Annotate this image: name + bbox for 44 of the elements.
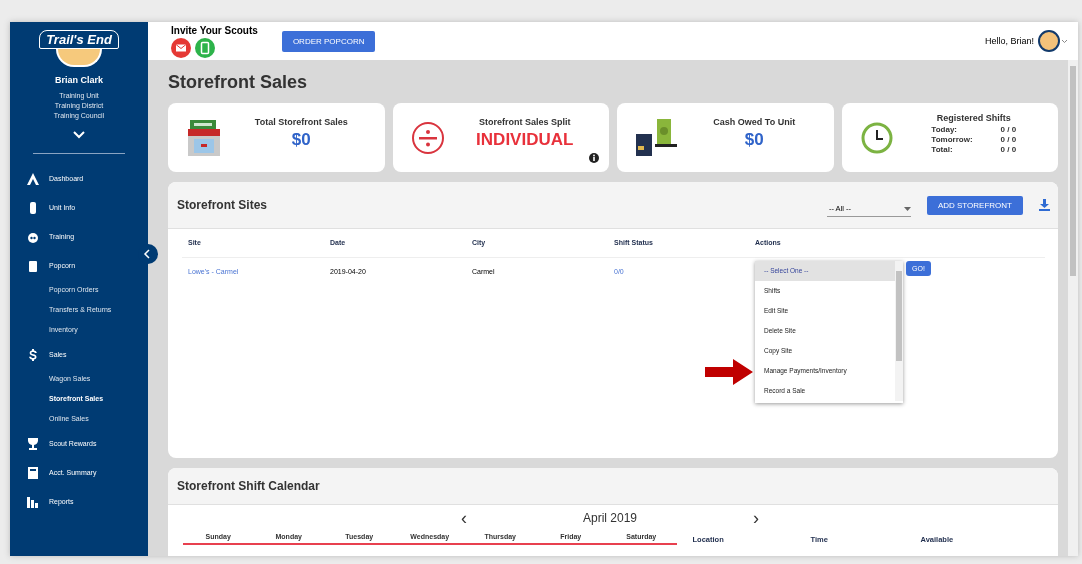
- shift-count: 0 / 0: [1000, 124, 1017, 135]
- invite-title: Invite Your Scouts: [171, 24, 258, 36]
- info-icon[interactable]: [589, 153, 599, 163]
- stat-value: $0: [291, 130, 311, 150]
- shift-count: 0 / 0: [1000, 144, 1017, 155]
- greeting: Hello, Brian!: [984, 36, 1034, 46]
- shift-label: Tomorrow:: [931, 134, 973, 145]
- previous-month-button[interactable]: ‹: [460, 509, 467, 527]
- shift-label: Today:: [931, 124, 958, 135]
- storefront-icon: [186, 118, 222, 157]
- clock-icon: [859, 120, 894, 155]
- user-name: Brian Clark: [54, 75, 104, 85]
- panel-title: Storefront Sites: [177, 198, 267, 212]
- scrollbar[interactable]: [895, 261, 903, 401]
- trophy-icon: [26, 436, 40, 451]
- divide-icon: [410, 120, 445, 155]
- caret-down-icon: [903, 206, 911, 211]
- shift-count: 0 / 0: [1000, 134, 1017, 145]
- download-icon[interactable]: [1039, 199, 1050, 211]
- calculator-icon: [26, 465, 40, 480]
- stat-value: INDIVIDUAL: [476, 130, 574, 150]
- phone-icon[interactable]: [195, 37, 215, 58]
- stat-title: Storefront Sales Split: [479, 117, 571, 127]
- arrow-icon: [705, 359, 753, 385]
- dollar-icon: [26, 347, 40, 362]
- tent-icon: [26, 171, 40, 186]
- panel-title: Storefront Shift Calendar: [177, 479, 320, 493]
- stat-title: Cash Owed To Unit: [713, 117, 796, 127]
- add-storefront-button[interactable]: ADD STOREFRONT: [926, 195, 1023, 215]
- bar-chart-icon: [26, 494, 40, 509]
- avatar-icon[interactable]: [1038, 30, 1068, 52]
- shift-label: Total:: [931, 144, 954, 155]
- email-icon[interactable]: [171, 37, 191, 58]
- stat-title: Total Storefront Sales: [254, 117, 348, 127]
- page-title: Storefront Sales: [168, 72, 309, 93]
- month-title: April 2019: [582, 511, 637, 525]
- stat-value: $0: [744, 130, 764, 150]
- bag-icon: [26, 258, 40, 273]
- scrollbar[interactable]: [1068, 60, 1078, 556]
- chevron-down-icon[interactable]: [73, 131, 85, 139]
- order-popcorn-button[interactable]: ORDER POPCORN: [281, 30, 376, 52]
- stat-title: Registered Shifts: [936, 112, 1011, 123]
- next-month-button[interactable]: ›: [753, 509, 759, 527]
- card-and-cash-icon: [635, 117, 679, 158]
